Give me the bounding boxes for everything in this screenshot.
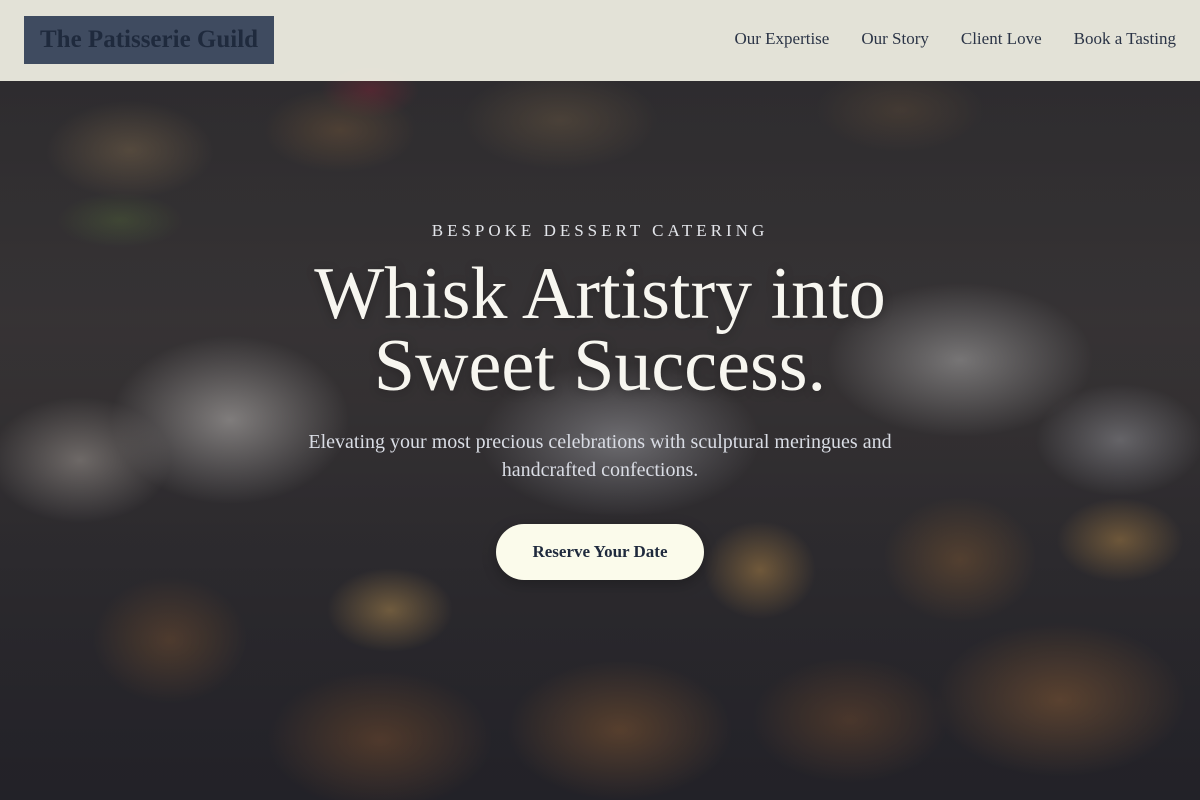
nav-link-book-a-tasting[interactable]: Book a Tasting <box>1074 28 1176 50</box>
nav-link-client-love[interactable]: Client Love <box>961 28 1042 50</box>
site-header: The Patisserie Guild Our Expertise Our S… <box>0 0 1200 81</box>
nav-link-our-story[interactable]: Our Story <box>861 28 929 50</box>
hero-eyebrow: Bespoke Dessert Catering <box>431 221 769 240</box>
reserve-your-date-button[interactable]: Reserve Your Date <box>496 524 704 580</box>
nav-link-our-expertise[interactable]: Our Expertise <box>734 28 829 50</box>
brand-logo[interactable]: The Patisserie Guild <box>24 16 275 64</box>
main-nav: Our Expertise Our Story Client Love Book… <box>734 28 1176 50</box>
hero-headline: Whisk Artistry into Sweet Success. <box>314 253 886 407</box>
hero-subheadline: Elevating your most precious celebration… <box>308 431 892 481</box>
